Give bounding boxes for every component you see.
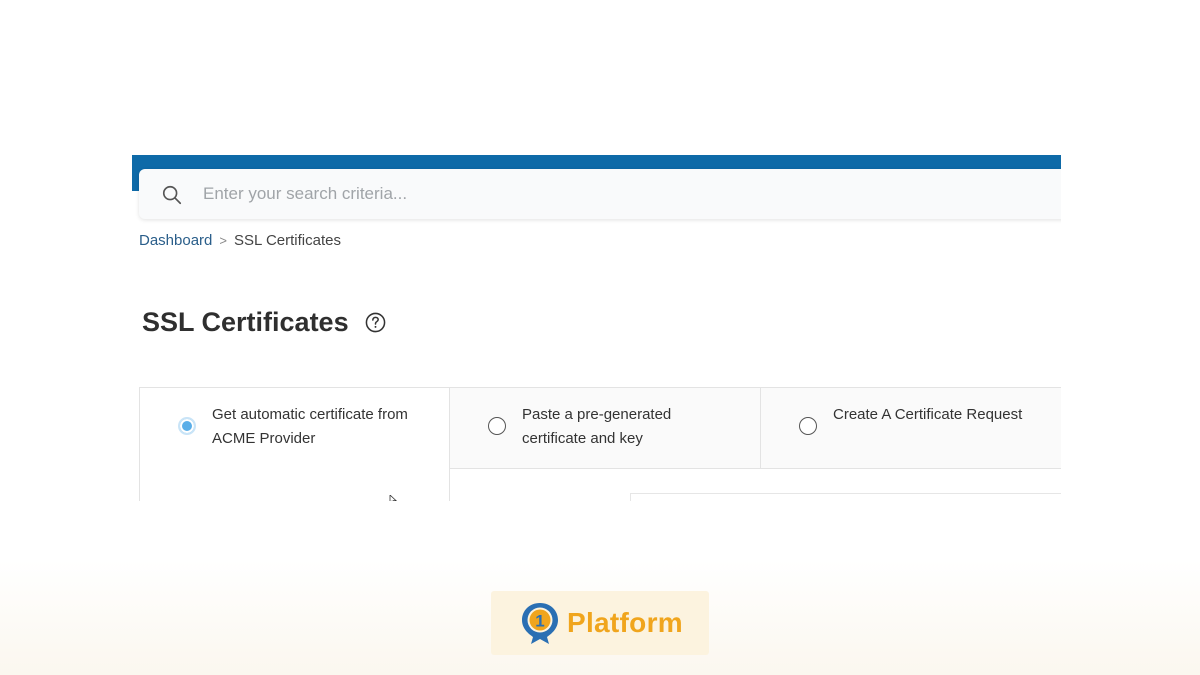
help-icon[interactable] (365, 312, 386, 333)
logo-digit: 1 (535, 612, 544, 631)
breadcrumb-current: SSL Certificates (233, 232, 341, 249)
radio-create-request[interactable] (799, 417, 817, 435)
breadcrumb-separator: > (219, 233, 227, 248)
page-title-text: SSL Certificates (142, 307, 349, 337)
certificate-method-options: Get automatic certificate from ACME Prov… (139, 387, 1061, 501)
radio-acme-provider[interactable] (178, 417, 196, 435)
breadcrumb-dashboard-link[interactable]: Dashboard (139, 232, 212, 249)
radio-paste-certificate[interactable] (488, 417, 506, 435)
content-panel (630, 493, 1061, 501)
breadcrumb: Dashboard > SSL Certificates (139, 232, 341, 249)
option-paste-certificate-label: Paste a pre-generated certificate and ke… (522, 406, 672, 447)
option-paste-certificate[interactable]: Paste a pre-generated certificate and ke… (450, 387, 761, 469)
platform-logo: 1 Platform (491, 591, 709, 655)
logo-text: Platform (567, 607, 683, 638)
search-bar[interactable] (139, 169, 1061, 219)
option-acme-provider-label: Get automatic certificate from ACME Prov… (212, 406, 408, 447)
option-acme-provider[interactable]: Get automatic certificate from ACME Prov… (139, 387, 450, 501)
search-icon[interactable] (161, 184, 183, 206)
option-create-request[interactable]: Create A Certificate Request (761, 387, 1061, 469)
logo-badge-icon: 1 (522, 603, 558, 644)
mouse-cursor-icon (389, 495, 398, 501)
page-title: SSL Certificates (142, 307, 386, 338)
option-create-request-label: Create A Certificate Request (833, 406, 1023, 423)
search-input[interactable] (203, 179, 803, 209)
app-window: Dashboard > SSL Certificates SSL Certifi… (132, 155, 1061, 501)
